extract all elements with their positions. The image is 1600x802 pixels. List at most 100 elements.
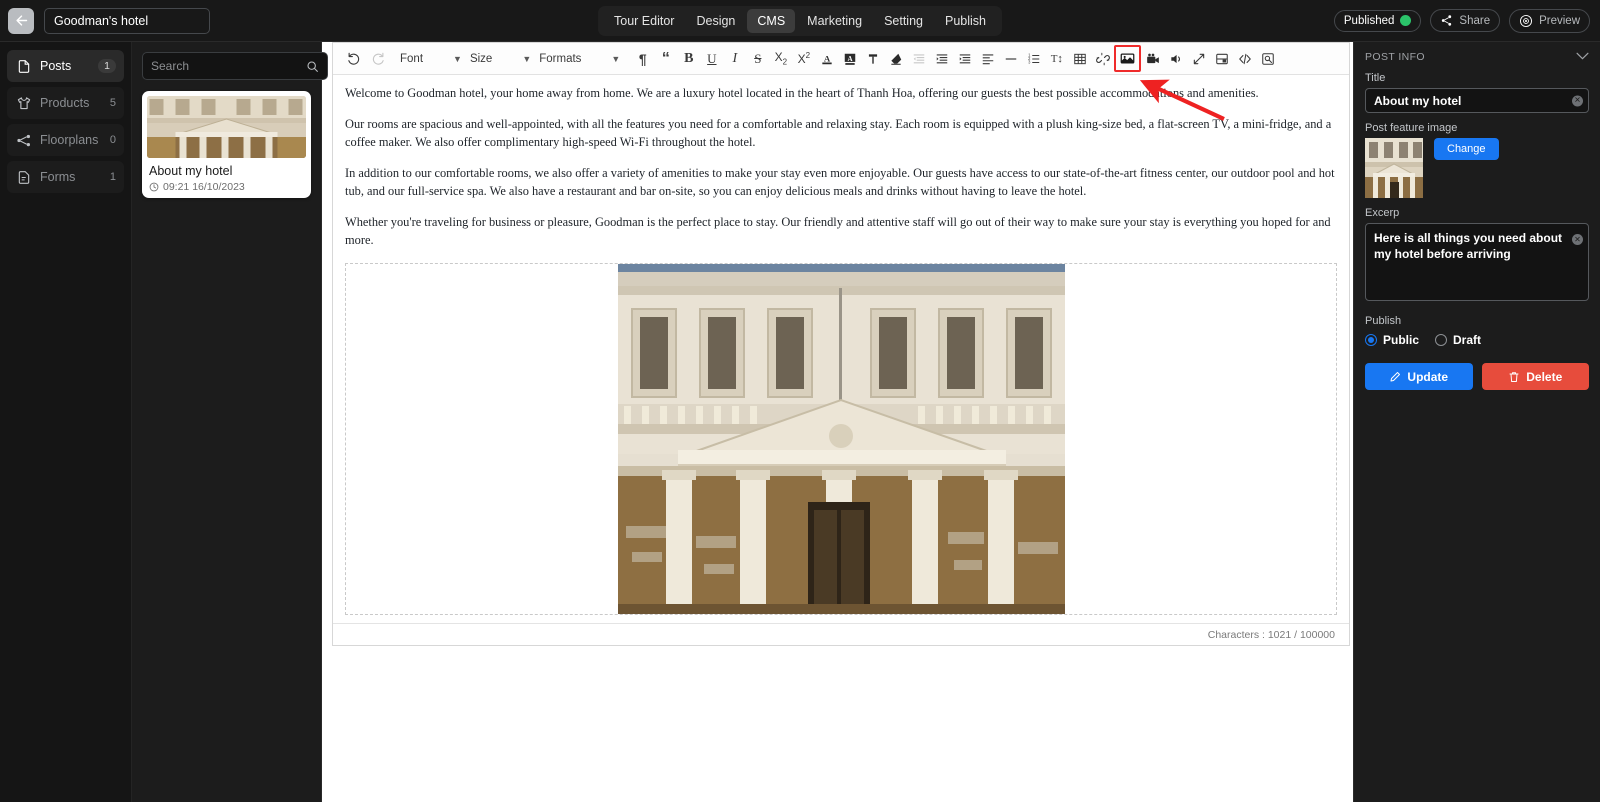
paragraph-2: Our rooms are spacious and well-appointe… <box>345 116 1332 149</box>
nav-tour-editor[interactable]: Tour Editor <box>604 9 684 33</box>
post-info-panel: POST INFO Title ✕ Post feature image <box>1353 42 1600 802</box>
project-title-input[interactable] <box>44 7 210 34</box>
formats-select[interactable]: Formats ▼ <box>535 47 624 70</box>
clear-excerpt-icon[interactable]: ✕ <box>1572 234 1583 245</box>
back-button[interactable] <box>8 7 34 34</box>
blockquote-icon[interactable]: “ <box>654 47 677 70</box>
underline-icon[interactable]: U <box>700 47 723 70</box>
post-excerpt-textarea[interactable] <box>1365 223 1589 301</box>
align-left-icon[interactable] <box>976 47 999 70</box>
inserted-image-block[interactable] <box>345 262 1337 615</box>
formats-label: Formats <box>539 52 582 65</box>
sitemap-icon <box>15 133 32 148</box>
delete-post-button[interactable]: Delete <box>1481 363 1589 390</box>
clear-formatting-icon[interactable] <box>884 47 907 70</box>
paragraph-4: Whether you're traveling for business or… <box>345 214 1331 247</box>
ordered-list-icon[interactable]: 123 <box>1022 47 1045 70</box>
bold-icon[interactable]: B <box>677 47 700 70</box>
search-row: + <box>142 52 347 80</box>
update-post-button[interactable]: Update <box>1365 363 1473 390</box>
status-dot-icon <box>1400 15 1412 26</box>
font-size-select[interactable]: Size ▼ <box>466 47 535 70</box>
nav-publish[interactable]: Publish <box>935 9 996 33</box>
action-buttons: Update Delete <box>1365 363 1589 390</box>
clock-icon <box>149 182 159 192</box>
feature-image-label: Post feature image <box>1365 122 1458 134</box>
chevron-down-icon: ▼ <box>611 53 621 64</box>
italic-icon[interactable]: I <box>723 47 746 70</box>
document-icon <box>15 59 32 74</box>
page-break-icon[interactable] <box>1210 47 1233 70</box>
published-status-badge[interactable]: Published <box>1333 9 1422 32</box>
sidebar-label-products: Products <box>40 96 90 110</box>
paragraph-icon[interactable]: ¶ <box>631 47 654 70</box>
top-bar: Tour Editor Design CMS Marketing Setting… <box>0 0 1600 42</box>
background-color-icon[interactable]: A <box>838 47 861 70</box>
undo-icon[interactable] <box>343 47 366 70</box>
form-icon <box>15 170 32 185</box>
svg-text:3: 3 <box>1028 59 1031 64</box>
svg-text:A: A <box>824 53 831 63</box>
nav-cms[interactable]: CMS <box>747 8 796 33</box>
post-title-input[interactable] <box>1365 88 1589 113</box>
pencil-icon <box>1390 371 1401 381</box>
character-count: Characters : 1021 / 100000 <box>1207 628 1335 641</box>
sidebar-item-posts[interactable]: Posts 1 <box>7 50 124 82</box>
sidebar-item-forms[interactable]: Forms 1 <box>7 161 124 193</box>
preview-document-icon[interactable] <box>1256 47 1279 70</box>
publish-radio-group: Public Draft <box>1365 333 1589 347</box>
subscript-icon[interactable]: X2 <box>769 47 792 70</box>
search-input[interactable] <box>151 59 306 73</box>
post-info-title: POST INFO <box>1365 51 1425 63</box>
radio-public-label: Public <box>1383 333 1420 347</box>
share-button[interactable]: Share <box>1430 9 1501 32</box>
title-field-label: Title <box>1365 72 1386 84</box>
change-feature-image-button[interactable]: Change <box>1434 138 1499 160</box>
font-family-select[interactable]: Font ▼ <box>396 47 466 70</box>
preview-label: Preview <box>1539 14 1580 27</box>
radio-draft[interactable]: Draft <box>1435 333 1481 347</box>
sidebar-item-products[interactable]: Products 5 <box>7 87 124 119</box>
nav-setting[interactable]: Setting <box>874 9 933 33</box>
preview-button[interactable]: Preview <box>1509 8 1590 33</box>
search-box[interactable] <box>142 52 328 80</box>
feature-image-thumbnail[interactable] <box>1365 138 1423 198</box>
insert-image-icon[interactable] <box>1114 45 1142 72</box>
radio-draft-label: Draft <box>1453 333 1482 347</box>
clear-title-icon[interactable]: ✕ <box>1572 95 1583 106</box>
horizontal-rule-icon[interactable] <box>999 47 1022 70</box>
chevron-down-icon[interactable] <box>1576 51 1589 63</box>
svg-text:A: A <box>847 54 852 62</box>
line-height-icon[interactable]: T↕ <box>1045 47 1068 70</box>
post-info-header[interactable]: POST INFO <box>1365 51 1589 63</box>
source-code-icon[interactable] <box>1233 47 1256 70</box>
sidebar-item-floorplans[interactable]: Floorplans 0 <box>7 124 124 156</box>
superscript-icon[interactable]: X2 <box>792 47 815 70</box>
insert-video-icon[interactable] <box>1141 47 1164 70</box>
nav-design[interactable]: Design <box>686 9 745 33</box>
outdent-icon <box>907 47 930 70</box>
text-color-icon[interactable]: A <box>815 47 838 70</box>
excerpt-field-label: Excerp <box>1365 207 1400 219</box>
unlink-icon[interactable] <box>1091 47 1114 70</box>
sidebar-label-posts: Posts <box>40 59 72 73</box>
paragraph-3: In addition to our comfortable rooms, we… <box>345 165 1335 198</box>
format-painter-icon[interactable] <box>861 47 884 70</box>
post-date-text: 09:21 16/10/2023 <box>163 181 245 193</box>
posts-list-panel: + <box>132 42 347 802</box>
indent-icon[interactable] <box>930 47 953 70</box>
fullscreen-icon[interactable] <box>1187 47 1210 70</box>
table-icon[interactable] <box>1068 47 1091 70</box>
app-root: Tour Editor Design CMS Marketing Setting… <box>0 0 1600 802</box>
strikethrough-icon[interactable]: S <box>746 47 769 70</box>
trash-icon <box>1509 371 1519 382</box>
search-icon[interactable] <box>306 60 319 73</box>
radio-public[interactable]: Public <box>1365 333 1419 347</box>
insert-audio-icon[interactable] <box>1164 47 1187 70</box>
list-item[interactable]: About my hotel 09:21 16/10/2023 <box>142 91 311 198</box>
top-right-actions: Published Share Preview <box>1333 8 1590 33</box>
editor-content[interactable]: Welcome to Goodman hotel, your home away… <box>333 75 1349 623</box>
redo-icon <box>366 47 389 70</box>
indent-more-icon[interactable] <box>953 47 976 70</box>
nav-marketing[interactable]: Marketing <box>797 9 872 33</box>
